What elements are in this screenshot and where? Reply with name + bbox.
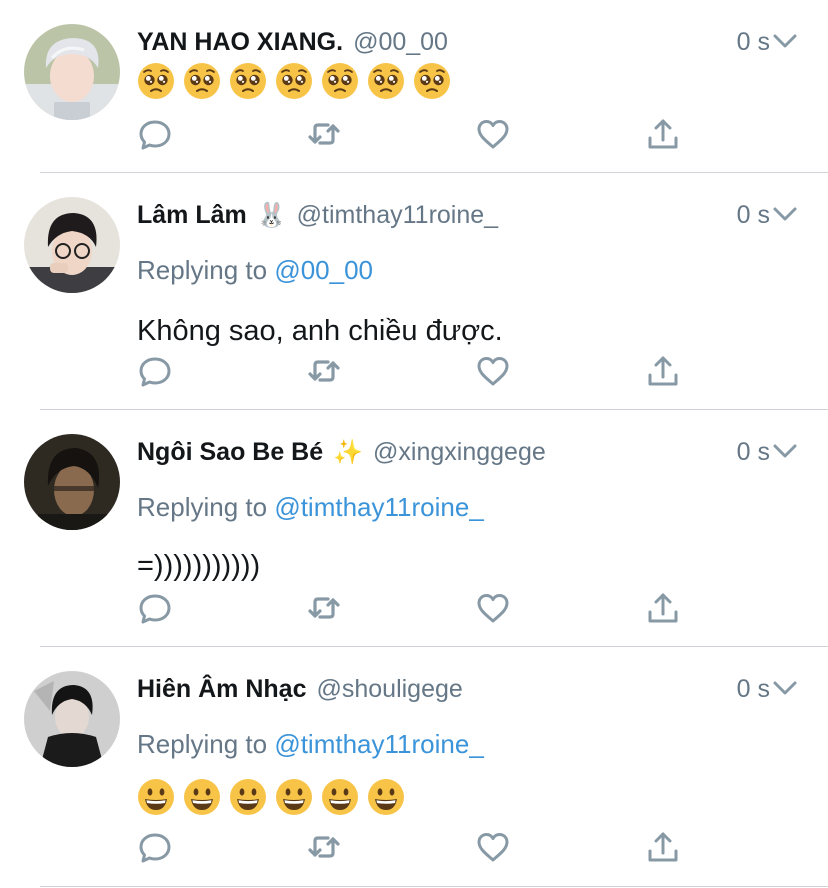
grinning-face-emoji [183,778,221,816]
mention-link[interactable]: @00_00 [274,255,373,285]
pleading-face-emoji [183,62,221,100]
pleading-face-emoji [367,62,405,100]
share-icon[interactable] [645,353,681,389]
timestamp: 0 s [736,438,770,466]
reply-icon[interactable] [137,590,173,626]
replying-prefix: Replying to [137,729,268,759]
mention-link[interactable]: @timthay11roine_ [274,729,483,759]
pleading-face-emoji [229,62,267,100]
tweet[interactable]: Ngôi Sao Be Bé ✨ @xingxinggege 0 s Reply… [0,410,828,647]
username[interactable]: @xingxinggege [373,438,546,467]
avatar-image [24,671,120,767]
grinning-face-emoji [137,778,175,816]
chevron-down-icon[interactable] [772,203,798,225]
tweet-text: =))))))))))) [137,550,261,582]
like-icon[interactable] [475,353,511,389]
retweet-icon[interactable] [306,116,342,152]
tweet-actions [137,590,697,630]
timestamp: 0 s [736,28,770,56]
tweet[interactable]: Hiên Âm Nhạc @shouligege 0 s Replying to… [0,647,828,887]
avatar[interactable] [24,24,120,120]
tweet-text [137,778,405,816]
tweet-actions [137,829,697,869]
timestamp: 0 s [736,201,770,229]
pleading-face-emoji [413,62,451,100]
like-icon[interactable] [475,590,511,626]
chevron-down-icon[interactable] [772,440,798,462]
tweet-text: Không sao, anh chiều được. [137,315,503,347]
username[interactable]: @shouligege [316,675,462,704]
display-name[interactable]: YAN HAO XIANG. [137,28,343,57]
retweet-icon[interactable] [306,829,342,865]
grinning-face-emoji [229,778,267,816]
display-name[interactable]: Lâm Lâm [137,201,247,230]
tweet[interactable]: Lâm Lâm 🐰 @timthay11roine_ 0 s Replying … [0,173,828,410]
pleading-face-emoji [137,62,175,100]
avatar-image [24,24,120,120]
share-icon[interactable] [645,829,681,865]
reply-icon[interactable] [137,116,173,152]
reply-icon[interactable] [137,829,173,865]
mention-link[interactable]: @timthay11roine_ [274,492,483,522]
display-name[interactable]: Ngôi Sao Be Bé [137,438,323,467]
replying-prefix: Replying to [137,492,268,522]
share-icon[interactable] [645,116,681,152]
timestamp: 0 s [736,675,770,703]
chevron-down-icon[interactable] [772,30,798,52]
like-icon[interactable] [475,829,511,865]
replying-to: Replying to @timthay11roine_ [137,729,484,760]
tweet-actions [137,353,697,393]
rabbit-emoji: 🐰 [256,201,287,229]
display-name[interactable]: Hiên Âm Nhạc [137,675,306,704]
tweet-actions [137,116,697,156]
reply-icon[interactable] [137,353,173,389]
retweet-icon[interactable] [306,590,342,626]
replying-prefix: Replying to [137,255,268,285]
pleading-face-emoji [275,62,313,100]
avatar[interactable] [24,671,120,767]
grinning-face-emoji [367,778,405,816]
chevron-down-icon[interactable] [772,677,798,699]
avatar[interactable] [24,434,120,530]
tweet[interactable]: YAN HAO XIANG. @00_00 0 s [0,0,828,173]
avatar-image [24,434,120,530]
avatar-image [24,197,120,293]
tweet-text [137,62,451,100]
replying-to: Replying to @timthay11roine_ [137,492,484,523]
username[interactable]: @00_00 [353,28,448,57]
sparkles-emoji: ✨ [333,438,364,466]
username[interactable]: @timthay11roine_ [297,201,498,230]
grinning-face-emoji [321,778,359,816]
grinning-face-emoji [275,778,313,816]
like-icon[interactable] [475,116,511,152]
divider [40,886,828,887]
pleading-face-emoji [321,62,359,100]
avatar[interactable] [24,197,120,293]
replying-to: Replying to @00_00 [137,255,373,286]
share-icon[interactable] [645,590,681,626]
retweet-icon[interactable] [306,353,342,389]
